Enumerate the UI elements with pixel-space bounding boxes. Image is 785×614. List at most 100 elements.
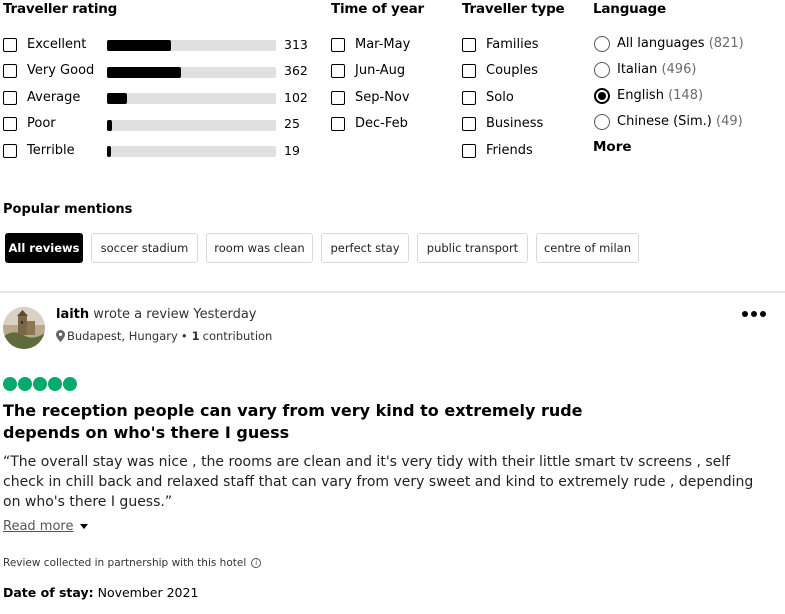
popular-mentions-title: Popular mentions <box>3 202 133 217</box>
rating-bubble <box>48 377 62 391</box>
rating-count: 102 <box>284 90 308 105</box>
rating-bubble <box>33 377 47 391</box>
traveller-type-title: Traveller type <box>462 1 565 17</box>
checkbox[interactable] <box>462 144 476 158</box>
type-label: Business <box>486 116 544 131</box>
language-name: All languages <box>617 36 705 51</box>
review-body: “The overall stay was nice , the rooms a… <box>3 454 754 510</box>
language-count: (49) <box>716 114 743 129</box>
location-pin-icon <box>56 330 65 342</box>
date-of-stay-label: Date of stay: <box>3 585 94 600</box>
dot <box>751 311 757 317</box>
radio-button[interactable] <box>594 62 610 78</box>
author-name[interactable]: laith <box>56 307 89 322</box>
author-location: Budapest, Hungary <box>67 329 178 343</box>
rating-bubble <box>3 377 17 391</box>
rating-count: 362 <box>284 63 308 78</box>
checkbox[interactable] <box>462 38 476 52</box>
time-label: Mar-May <box>355 37 411 52</box>
rating-bar <box>107 146 276 157</box>
rating-bar <box>107 67 276 78</box>
checkbox[interactable] <box>331 117 345 131</box>
chip-soccer-stadium[interactable]: soccer stadium <box>91 233 198 263</box>
rating-bubbles <box>3 377 77 391</box>
rating-label: Poor <box>27 116 56 131</box>
rating-label: Excellent <box>27 37 87 52</box>
rating-bubble <box>63 377 77 391</box>
chip-room-was-clean[interactable]: room was clean <box>206 233 313 263</box>
checkbox[interactable] <box>331 38 345 52</box>
language-name: Italian <box>617 62 658 77</box>
checkbox[interactable] <box>331 64 345 78</box>
language-label: Italian (496) <box>617 62 696 78</box>
chip-all-reviews[interactable]: All reviews <box>5 233 83 263</box>
checkbox[interactable] <box>462 117 476 131</box>
checkbox[interactable] <box>3 38 17 52</box>
rating-count: 25 <box>284 116 300 131</box>
language-label: Chinese (Sim.) (49) <box>617 114 743 130</box>
checkbox[interactable] <box>3 91 17 105</box>
rating-count: 19 <box>284 143 300 158</box>
rating-bar <box>107 93 276 104</box>
language-label: English (148) <box>617 88 703 104</box>
checkbox[interactable] <box>3 117 17 131</box>
author-meta: Budapest, Hungary • 1 contribution <box>56 329 272 343</box>
rating-label: Average <box>27 90 81 105</box>
partnership-note: Review collected in partnership with thi… <box>3 557 262 569</box>
dot <box>742 311 748 317</box>
checkbox[interactable] <box>462 64 476 78</box>
chip-centre-of-milan[interactable]: centre of milan <box>536 233 639 263</box>
read-more-label: Read more <box>3 519 74 534</box>
language-name: English <box>617 88 664 103</box>
checkbox[interactable] <box>3 64 17 78</box>
avatar-image <box>3 307 45 349</box>
meta-separator: • <box>180 329 188 343</box>
rating-bar <box>107 40 276 51</box>
review-byline: laith wrote a review Yesterday <box>56 307 257 322</box>
language-count: (148) <box>668 88 704 103</box>
more-languages-link[interactable]: More <box>593 139 632 155</box>
checkbox[interactable] <box>462 91 476 105</box>
rating-bar-fill <box>107 67 182 78</box>
section-divider <box>0 291 785 293</box>
contribution-label: contribution <box>202 329 273 343</box>
date-of-stay: Date of stay: November 2021 <box>3 585 198 600</box>
time-label: Dec-Feb <box>355 116 408 131</box>
rating-label: Very Good <box>27 63 95 78</box>
chevron-down-icon <box>80 524 89 529</box>
rating-bar <box>107 120 276 131</box>
byline-text: wrote a review Yesterday <box>93 307 257 322</box>
contribution-count: 1 <box>191 329 200 343</box>
date-of-stay-value: November 2021 <box>97 585 199 600</box>
type-label: Solo <box>486 90 514 105</box>
language-count: (496) <box>661 62 697 77</box>
time-label: Sep-Nov <box>355 90 410 105</box>
rating-bar-fill <box>107 146 112 157</box>
language-title: Language <box>593 1 666 17</box>
type-label: Couples <box>486 63 538 78</box>
avatar[interactable] <box>3 307 45 349</box>
dot <box>760 311 766 317</box>
time-label: Jun-Aug <box>355 63 406 78</box>
rating-bar-fill <box>107 120 113 131</box>
time-of-year-title: Time of year <box>331 1 424 17</box>
language-name: Chinese (Sim.) <box>617 114 712 129</box>
info-icon[interactable]: i <box>251 558 262 568</box>
chip-public-transport[interactable]: public transport <box>417 233 528 263</box>
rating-bar-fill <box>107 93 128 104</box>
checkbox[interactable] <box>331 91 345 105</box>
rating-label: Terrible <box>27 143 75 158</box>
review-title[interactable]: The reception people can vary from very … <box>3 400 663 444</box>
radio-button-selected[interactable] <box>594 88 610 104</box>
checkbox[interactable] <box>3 144 17 158</box>
rating-bar-fill <box>107 40 172 51</box>
type-label: Friends <box>486 143 533 158</box>
radio-button[interactable] <box>594 36 610 52</box>
language-label: All languages (821) <box>617 36 744 52</box>
partnership-text: Review collected in partnership with thi… <box>3 557 247 569</box>
more-options-icon[interactable] <box>742 307 766 321</box>
read-more-button[interactable]: Read more <box>3 519 89 534</box>
chip-perfect-stay[interactable]: perfect stay <box>321 233 409 263</box>
radio-button[interactable] <box>594 114 610 130</box>
traveller-rating-title: Traveller rating <box>3 1 118 17</box>
